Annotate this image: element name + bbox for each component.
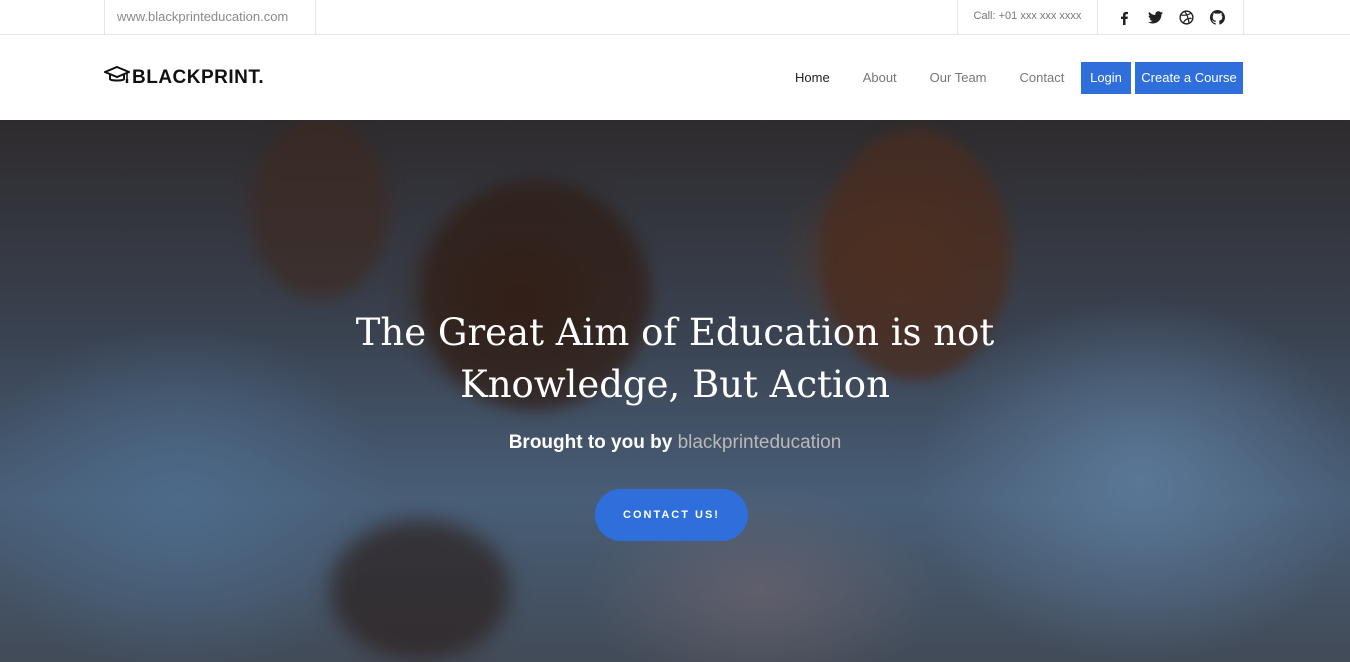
graduation-cap-icon [102,65,132,90]
hero-subtitle: Brought to you by blackprinteducation [0,432,1350,454]
brand-logo[interactable]: BLACKPRINT. [102,65,265,90]
hero-section: The Great Aim of Education is not Knowle… [0,120,1350,662]
call-info: Call: +01 xxx xxx xxxx [957,0,1098,35]
github-icon[interactable] [1209,9,1226,26]
nav-item-about[interactable]: About [863,62,897,94]
dribbble-icon[interactable] [1178,9,1195,26]
main-navbar: BLACKPRINT. Home About Our Team Contact … [0,35,1350,120]
social-links [1098,0,1244,35]
nav-item-our-team[interactable]: Our Team [930,62,987,94]
contact-us-button[interactable]: CONTACT US! [595,489,748,541]
hero-title-line-2: Knowledge, But Action [460,363,890,406]
site-url[interactable]: www.blackprinteducation.com [104,0,316,35]
nav-item-home[interactable]: Home [795,62,830,94]
twitter-icon[interactable] [1147,9,1164,26]
nav-item-contact[interactable]: Contact [1020,62,1065,94]
create-course-button[interactable]: Create a Course [1135,62,1243,94]
brand-name: BLACKPRINT. [132,66,265,88]
hero-subtitle-prefix: Brought to you by [508,432,673,453]
top-bar: www.blackprinteducation.com Call: +01 xx… [0,0,1350,35]
nav-menu: Home About Our Team Contact [795,62,1097,94]
hero-subtitle-brand: blackprinteducation [677,432,842,453]
login-button[interactable]: Login [1081,62,1131,94]
hero-title-line-1: The Great Aim of Education is not [355,311,995,354]
facebook-icon[interactable] [1116,9,1133,26]
hero-title: The Great Aim of Education is not Knowle… [0,307,1350,411]
